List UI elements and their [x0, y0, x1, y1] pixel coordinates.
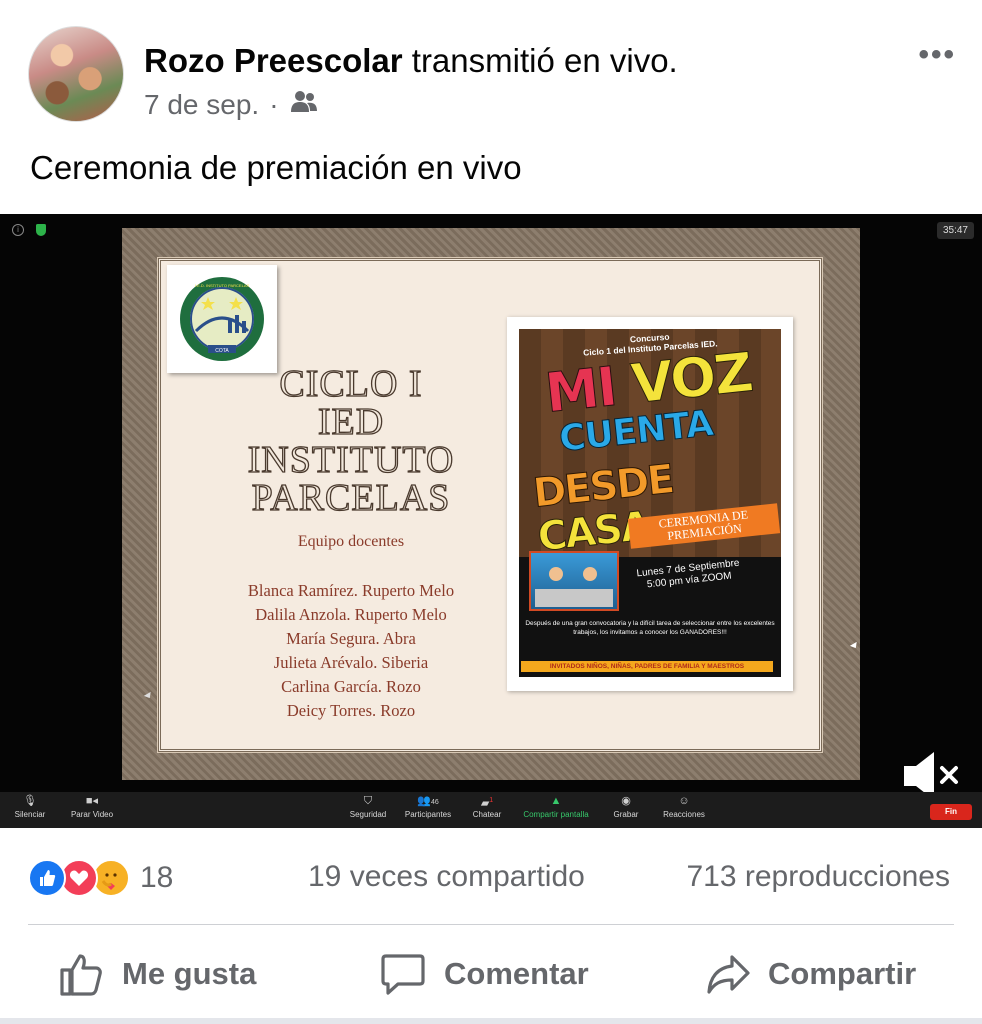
teacher-item: Deicy Torres. Rozo [286, 701, 416, 720]
zoom-security-label: Seguridad [349, 810, 387, 819]
teacher-item: Blanca Ramírez. Ruperto Melo [247, 581, 455, 600]
school-title: CICLO I IED INSTITUTO PARCELAS [201, 363, 501, 519]
bottom-separator [0, 1018, 982, 1024]
author-name[interactable]: Rozo Preescolar [144, 42, 403, 79]
logo-bottom-text: COTA [215, 348, 229, 354]
camera-icon: ■◂ [85, 795, 99, 807]
teacher-list: Blanca Ramírez. Ruperto Melo Dalila Anzo… [191, 579, 511, 723]
chat-badge: 1 [489, 797, 494, 804]
poster-footer: INVITADOS NIÑOS, NIÑAS, PADRES DE FAMILI… [521, 661, 773, 672]
team-label: Equipo docentes [297, 533, 405, 550]
zoom-chat-button[interactable]: ▰1 Chatear [468, 794, 506, 820]
share-screen-icon: ▲ [550, 795, 562, 807]
school-logo: COTA I.E.D. INSTITUTO PARCELAS [167, 265, 277, 373]
title-line: INSTITUTO [247, 439, 455, 481]
shared-slide: COTA I.E.D. INSTITUTO PARCELAS CICLO I I… [122, 228, 860, 780]
zoom-participants-button[interactable]: 👥46 Participantes [400, 794, 456, 820]
contest-poster: Concurso Ciclo 1 del Instituto Parcelas … [507, 317, 793, 691]
zoom-share-label: Compartir pantalla [523, 810, 589, 819]
reaction-count[interactable]: 18 [140, 861, 173, 895]
participants-icon: 👥46 [417, 795, 439, 807]
share-button[interactable]: Compartir [706, 946, 916, 1002]
microphone-icon: 🎙 [23, 795, 37, 807]
zoom-record-button[interactable]: ◉ Grabar [608, 794, 644, 820]
zoom-share-screen-button[interactable]: ▲ Compartir pantalla [516, 794, 596, 820]
share-arrow-icon [706, 953, 750, 995]
more-options-icon[interactable]: ••• [918, 38, 956, 72]
meeting-timer: 35:47 [936, 222, 974, 239]
participants-count: 46 [430, 799, 439, 806]
comment-button[interactable]: Comentar [380, 946, 589, 1002]
chat-icon: ▰1 [480, 797, 494, 810]
smiley-icon: ☺ [678, 795, 690, 807]
comment-label: Comentar [444, 956, 589, 991]
thumbs-up-icon [58, 952, 104, 996]
encryption-shield-icon[interactable] [36, 224, 46, 236]
post-author-line: Rozo Preescolar transmitió en vivo. [144, 42, 678, 80]
page-avatar[interactable] [28, 26, 124, 122]
record-icon: ◉ [621, 795, 631, 807]
poster-body: Después de una gran convocatoria y la di… [525, 620, 775, 636]
comment-bubble-icon [380, 952, 426, 996]
view-count: 713 reproducciones [686, 860, 950, 893]
poster-art: Concurso Ciclo 1 del Instituto Parcelas … [519, 329, 781, 677]
post-date[interactable]: 7 de sep. [144, 89, 259, 121]
friends-icon [289, 89, 319, 121]
zoom-security-button[interactable]: ⛉ Seguridad [346, 794, 390, 820]
post-text: Ceremonia de premiación en vivo [30, 149, 522, 186]
teacher-item: Carlina García. Rozo [281, 677, 421, 696]
shield-icon: ⛉ [363, 795, 373, 807]
like-label: Me gusta [122, 956, 257, 991]
zoom-reactions-button[interactable]: ☺ Reacciones [656, 794, 712, 820]
like-button[interactable]: Me gusta [58, 946, 256, 1002]
title-line: CICLO I [279, 363, 423, 405]
zoom-video-button[interactable]: ■◂ Parar Video [66, 794, 118, 820]
zoom-video-label: Parar Video [70, 810, 114, 819]
zoom-toolbar: 🎙 Silenciar ■◂ Parar Video ⛉ Seguridad 👥… [0, 792, 982, 828]
zoom-participants-label: Participantes [404, 810, 452, 819]
zoom-end-button[interactable]: Fin [930, 804, 972, 820]
logo-ring-text: I.E.D. INSTITUTO PARCELAS [195, 283, 250, 288]
slide-content: COTA I.E.D. INSTITUTO PARCELAS CICLO I I… [157, 257, 823, 753]
zoom-chat-label: Chatear [472, 810, 502, 819]
title-line: PARCELAS [251, 477, 451, 519]
zoom-record-label: Grabar [613, 810, 639, 819]
share-label: Compartir [768, 956, 917, 991]
zoom-reactions-label: Reacciones [663, 810, 705, 819]
post-action-text: transmitió en vivo. [402, 42, 678, 79]
zoom-mute-label: Silenciar [14, 810, 46, 819]
teacher-item: Julieta Arévalo. Siberia [273, 653, 429, 672]
share-count[interactable]: 19 veces compartido [308, 860, 585, 894]
divider [28, 924, 954, 925]
zoom-mute-button[interactable]: 🎙 Silenciar [12, 794, 48, 820]
post-meta: 7 de sep. · [144, 89, 319, 121]
title-line: IED [317, 401, 385, 443]
teacher-item: Dalila Anzola. Ruperto Melo [255, 605, 447, 624]
teacher-item: María Segura. Abra [286, 629, 416, 648]
like-icon [28, 859, 66, 897]
info-icon[interactable]: i [12, 224, 24, 236]
reaction-summary[interactable]: 18 [28, 858, 173, 898]
meta-separator: · [269, 89, 279, 120]
poster-news-anchors-illustration [529, 551, 619, 611]
live-video-player[interactable]: i 35:47 COTA I.E.D. INSTITUTO PARCELAS C… [0, 214, 982, 828]
